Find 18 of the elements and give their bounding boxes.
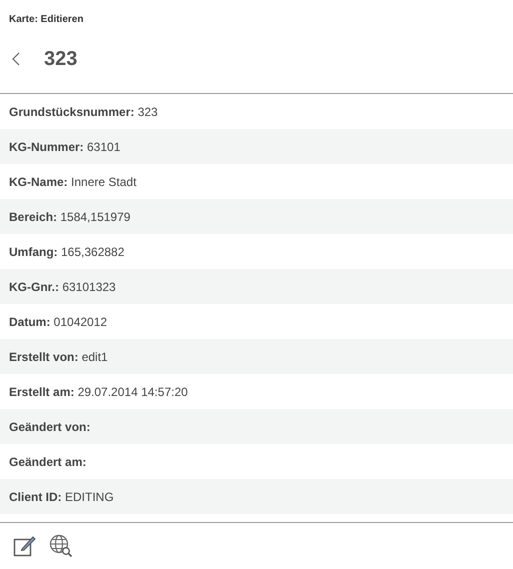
- attribute-text: KG-Nummer: 63101: [9, 138, 120, 156]
- page-title: 323: [44, 47, 78, 72]
- back-icon: [12, 52, 20, 66]
- edit-icon: [13, 534, 37, 558]
- breadcrumb-title: Karte: Editieren: [9, 13, 84, 27]
- attribute-text: Geändert am:: [9, 454, 86, 470]
- attribute-text: Umfang: 165,362882: [9, 244, 124, 260]
- attribute-text: KG-Name: Innere Stadt: [9, 174, 136, 190]
- attribute-text: Geändert von:: [9, 418, 90, 436]
- globe-search-icon: [49, 534, 73, 558]
- attribute-text: Erstellt am: 29.07.2014 14:57:20: [9, 384, 188, 400]
- attribute-text: Erstellt von: edit1: [9, 348, 108, 366]
- zoom-to-button[interactable]: [48, 533, 74, 559]
- attribute-text: Grundstücksnummer: 323: [9, 104, 158, 120]
- attribute-text: Bereich: 1584,151979: [9, 208, 130, 226]
- attribute-text: Datum: 01042012: [9, 314, 108, 330]
- attribute-text: Client ID: EDITING: [9, 488, 114, 506]
- attribute-text: KG-Gnr.: 63101323: [9, 278, 116, 296]
